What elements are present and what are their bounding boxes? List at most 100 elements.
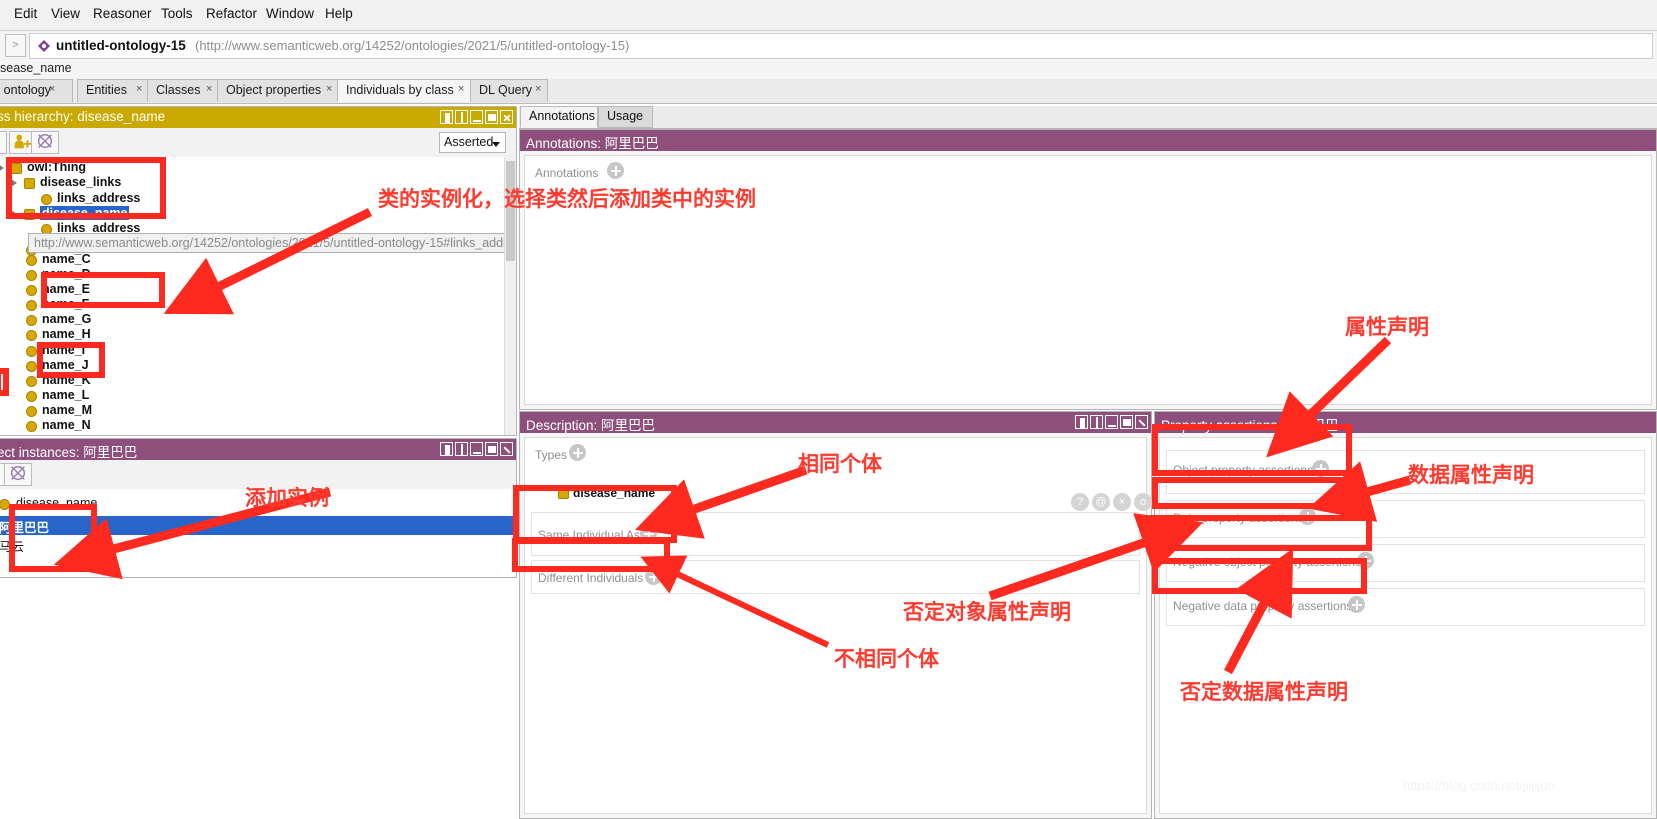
object-circle-icon[interactable]: o xyxy=(1134,493,1152,511)
different-individuals-slot[interactable]: Different Individuals xyxy=(531,560,1140,594)
delete-circle-icon[interactable]: × xyxy=(1113,493,1131,511)
tree-node-label: name_E xyxy=(42,282,90,296)
annotation-circle-icon[interactable]: @ xyxy=(1092,493,1110,511)
class-hierarchy-tree[interactable]: owl:Thing disease_links links_address di… xyxy=(0,157,516,435)
description-body[interactable]: Types disease_name ? @ × o Same Individu… xyxy=(524,437,1152,814)
tree-scrollbar[interactable] xyxy=(504,157,516,435)
negative-data-property-assertions-slot[interactable]: Negative data property assertions xyxy=(1166,588,1645,626)
menu-item-help[interactable]: Help xyxy=(325,6,353,21)
close-window-icon[interactable] xyxy=(500,442,513,456)
negative-data-property-assertions-label: Negative data property assertions xyxy=(1173,599,1353,613)
object-property-assertions-slot[interactable]: Object property assertions xyxy=(1166,450,1645,494)
tree-node-label: name_F xyxy=(42,297,90,311)
menu-item-window[interactable]: Window xyxy=(266,6,314,21)
individual-icon xyxy=(26,270,37,281)
class-hierarchy-title: ss hierarchy: disease_name xyxy=(0,109,166,124)
delete-entity-button[interactable] xyxy=(31,131,59,154)
expand-twisty-icon[interactable] xyxy=(11,179,17,187)
annotations-body[interactable]: Annotations xyxy=(524,155,1652,405)
individual-icon xyxy=(26,300,37,311)
add-type-button[interactable] xyxy=(569,444,586,461)
tab-classes[interactable]: Classes × xyxy=(147,79,219,102)
tab-label: ve ontology xyxy=(0,83,51,97)
list-item[interactable]: 马云 xyxy=(0,535,516,554)
list-item[interactable]: 阿里巴巴 xyxy=(0,516,516,535)
ontology-name: untitled-ontology-15 xyxy=(56,38,186,53)
expand-twisty-icon[interactable] xyxy=(0,164,4,172)
tree-node-label: name_L xyxy=(42,388,90,402)
tab-close-icon[interactable]: × xyxy=(206,83,212,95)
tree-node-label: owl:Thing xyxy=(27,160,87,174)
delete-instance-button[interactable] xyxy=(4,463,32,486)
menu-item-reasoner[interactable]: Reasoner xyxy=(93,6,152,21)
tab-annotations[interactable]: Annotations xyxy=(520,106,598,128)
watermark: https://blog.csdn.net/jiijijun xyxy=(1403,778,1555,793)
back-button[interactable]: > xyxy=(5,34,26,57)
data-property-assertions-slot[interactable]: Data property assertions xyxy=(1166,500,1645,538)
class-hierarchy-panel: ss hierarchy: disease_name Asserted owl:… xyxy=(0,106,517,436)
help-window-icon[interactable] xyxy=(440,442,453,456)
panel-window-buttons xyxy=(440,442,513,456)
add-annotation-button[interactable] xyxy=(607,162,624,179)
tree-node-label: name_I xyxy=(42,343,86,357)
add-different-individual-button[interactable] xyxy=(645,568,662,585)
help-circle-icon[interactable]: ? xyxy=(1071,493,1089,511)
delete-cross-icon xyxy=(37,133,53,149)
class-icon xyxy=(11,163,22,174)
tab-object-properties[interactable]: Object properties × xyxy=(217,79,339,102)
add-data-property-assertion-button[interactable] xyxy=(1299,508,1316,525)
tab-label: Object properties xyxy=(226,83,322,97)
help-window-icon[interactable] xyxy=(440,110,453,124)
tab-close-icon[interactable]: × xyxy=(49,83,55,95)
add-same-individual-button[interactable] xyxy=(640,525,657,542)
tab-entities[interactable]: Entities × xyxy=(77,79,149,102)
tab-dl-query[interactable]: DL Query × xyxy=(470,79,548,102)
help-window-icon[interactable] xyxy=(1075,415,1088,429)
menu-item-edit[interactable]: Edit xyxy=(14,6,37,21)
split-window-icon[interactable] xyxy=(455,442,468,456)
right-tab-strip: Annotations Usage xyxy=(519,106,1657,129)
negative-object-property-assertions-slot[interactable]: Negative object property assertions xyxy=(1166,544,1645,582)
add-negative-object-property-assertion-button[interactable] xyxy=(1357,552,1374,569)
ontology-field[interactable]: untitled-ontology-15 (http://www.semanti… xyxy=(29,33,1653,59)
reasoner-view-select[interactable]: Asserted xyxy=(439,132,506,153)
tab-close-icon[interactable]: × xyxy=(326,83,332,95)
individual-icon xyxy=(26,361,37,372)
list-item[interactable]: disease_name xyxy=(0,495,516,514)
tab-usage[interactable]: Usage xyxy=(598,106,653,128)
menu-item-view[interactable]: View xyxy=(51,6,80,21)
property-assertions-body[interactable]: Object property assertions Data property… xyxy=(1159,437,1652,814)
tab-individuals-by-class[interactable]: Individuals by class × xyxy=(337,79,473,102)
instances-header: ect instances: 阿里巴巴 xyxy=(0,439,516,460)
add-subclass-button[interactable] xyxy=(0,131,7,154)
tree-scrollbar-thumb[interactable] xyxy=(506,161,515,261)
list-item-label: disease_name xyxy=(16,496,98,510)
maximize-window-icon[interactable] xyxy=(485,442,498,456)
instances-title: ect instances: 阿里巴巴 xyxy=(0,445,138,460)
expand-twisty-icon[interactable] xyxy=(11,210,17,218)
tree-node-label: name_D xyxy=(42,267,91,281)
minimize-window-icon[interactable] xyxy=(470,442,483,456)
same-individual-slot[interactable]: Same Individual As xyxy=(531,512,1140,556)
maximize-window-icon[interactable] xyxy=(485,110,498,124)
tab-active-ontology[interactable]: ve ontology × xyxy=(0,79,73,102)
minimize-window-icon[interactable] xyxy=(470,110,483,124)
tree-node-label: name_G xyxy=(42,312,92,326)
tab-label: DL Query xyxy=(479,83,533,97)
minimize-window-icon[interactable] xyxy=(1105,415,1118,429)
tab-close-icon[interactable]: × xyxy=(136,83,142,95)
tab-label: Classes xyxy=(156,83,201,97)
add-negative-data-property-assertion-button[interactable] xyxy=(1348,596,1365,613)
menu-item-refactor[interactable]: Refactor xyxy=(206,6,257,21)
split-window-icon[interactable] xyxy=(455,110,468,124)
maximize-window-icon[interactable] xyxy=(1120,415,1133,429)
close-window-icon[interactable] xyxy=(500,110,513,124)
individual-icon xyxy=(0,499,10,510)
tab-close-icon[interactable]: × xyxy=(458,83,464,95)
tab-close-icon[interactable]: × xyxy=(535,83,541,95)
close-window-icon[interactable] xyxy=(1135,415,1148,429)
menu-item-tools[interactable]: Tools xyxy=(161,6,193,21)
split-window-icon[interactable] xyxy=(1090,415,1103,429)
instances-list[interactable]: disease_name 阿里巴巴 马云 xyxy=(0,489,516,577)
add-object-property-assertion-button[interactable] xyxy=(1312,460,1329,477)
